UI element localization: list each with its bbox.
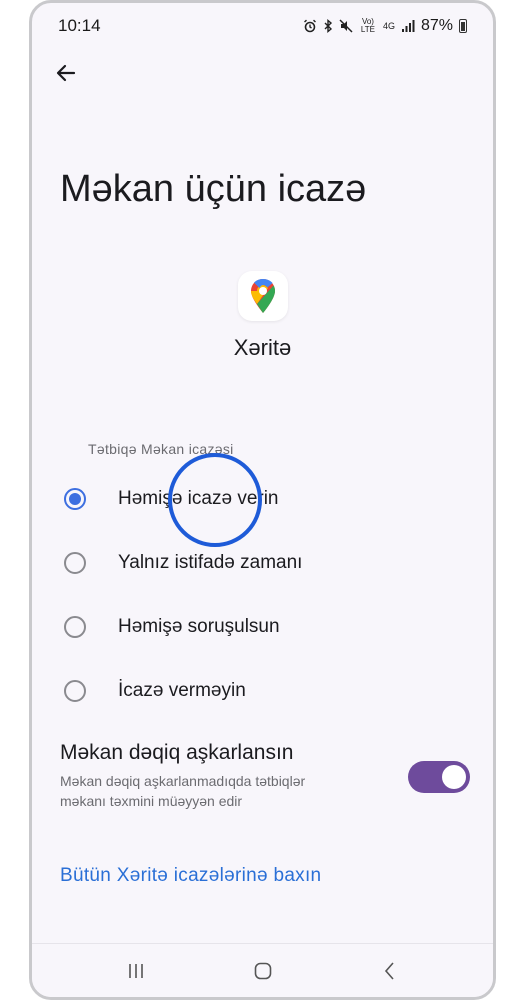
app-icon: [238, 271, 288, 321]
all-permissions-link[interactable]: Bütün Xəritə icazələrinə baxın: [60, 865, 321, 887]
app-name: Xəritə: [233, 335, 292, 360]
recents-button[interactable]: [116, 951, 156, 991]
radio-unchecked-icon[interactable]: [64, 552, 86, 574]
chevron-left-icon: [384, 961, 394, 980]
radio-unchecked-icon[interactable]: [64, 680, 86, 702]
option-label: Yalnız istifadə zamanı: [118, 552, 303, 573]
4g-icon: 4G: [382, 21, 395, 31]
precise-location-toggle[interactable]: [408, 761, 470, 793]
signal-icon: [401, 20, 415, 32]
back-button[interactable]: [370, 951, 410, 991]
back-arrow-icon[interactable]: [52, 59, 80, 87]
option-label: İcazə verməyin: [118, 680, 246, 701]
option-label: Həmişə soruşulsun: [118, 616, 280, 637]
alarm-icon: [303, 19, 316, 33]
recents-icon: [128, 963, 143, 978]
battery-percent: 87%: [420, 17, 453, 34]
page-title: Məkan üçün icazə: [60, 168, 367, 210]
home-icon: [254, 962, 271, 979]
option-only-while-using[interactable]: Yalnız istifadə zamanı: [60, 539, 470, 587]
status-time: 10:14: [58, 16, 101, 35]
precise-location-description: Məkan dəqiq aşkarlanmadıqda tətbiqlər mə…: [60, 773, 306, 809]
navigation-bar: [32, 943, 493, 997]
mute-icon: [339, 19, 353, 33]
option-label: Həmişə icazə verin: [118, 488, 279, 509]
volte-icon: Vo) LTE: [360, 17, 375, 34]
precise-location-title: Məkan dəqiq aşkarlansın: [60, 741, 294, 764]
bluetooth-icon: [324, 19, 332, 33]
radio-checked-icon[interactable]: [64, 488, 86, 510]
radio-unchecked-icon[interactable]: [64, 616, 86, 638]
home-button[interactable]: [243, 951, 283, 991]
status-icons: Vo) LTE 4G 87%: [303, 17, 467, 35]
option-ask-every-time[interactable]: Həmişə soruşulsun: [60, 603, 470, 651]
option-always-allow[interactable]: Həmişə icazə verin: [60, 475, 470, 523]
option-dont-allow[interactable]: İcazə verməyin: [60, 667, 470, 715]
phone-frame: 10:14 Vo) LTE 4G 87% Məkan üçün icazə Xə…: [29, 0, 496, 1000]
maps-pin-icon: [251, 279, 275, 313]
section-label: Tətbiqə Məkan icazəsi: [88, 441, 234, 457]
status-bar: 10:14 Vo) LTE 4G 87%: [32, 3, 493, 49]
battery-icon: [459, 19, 467, 33]
precise-location-setting[interactable]: Məkan dəqiq aşkarlansın Məkan dəqiq aşka…: [60, 741, 470, 821]
